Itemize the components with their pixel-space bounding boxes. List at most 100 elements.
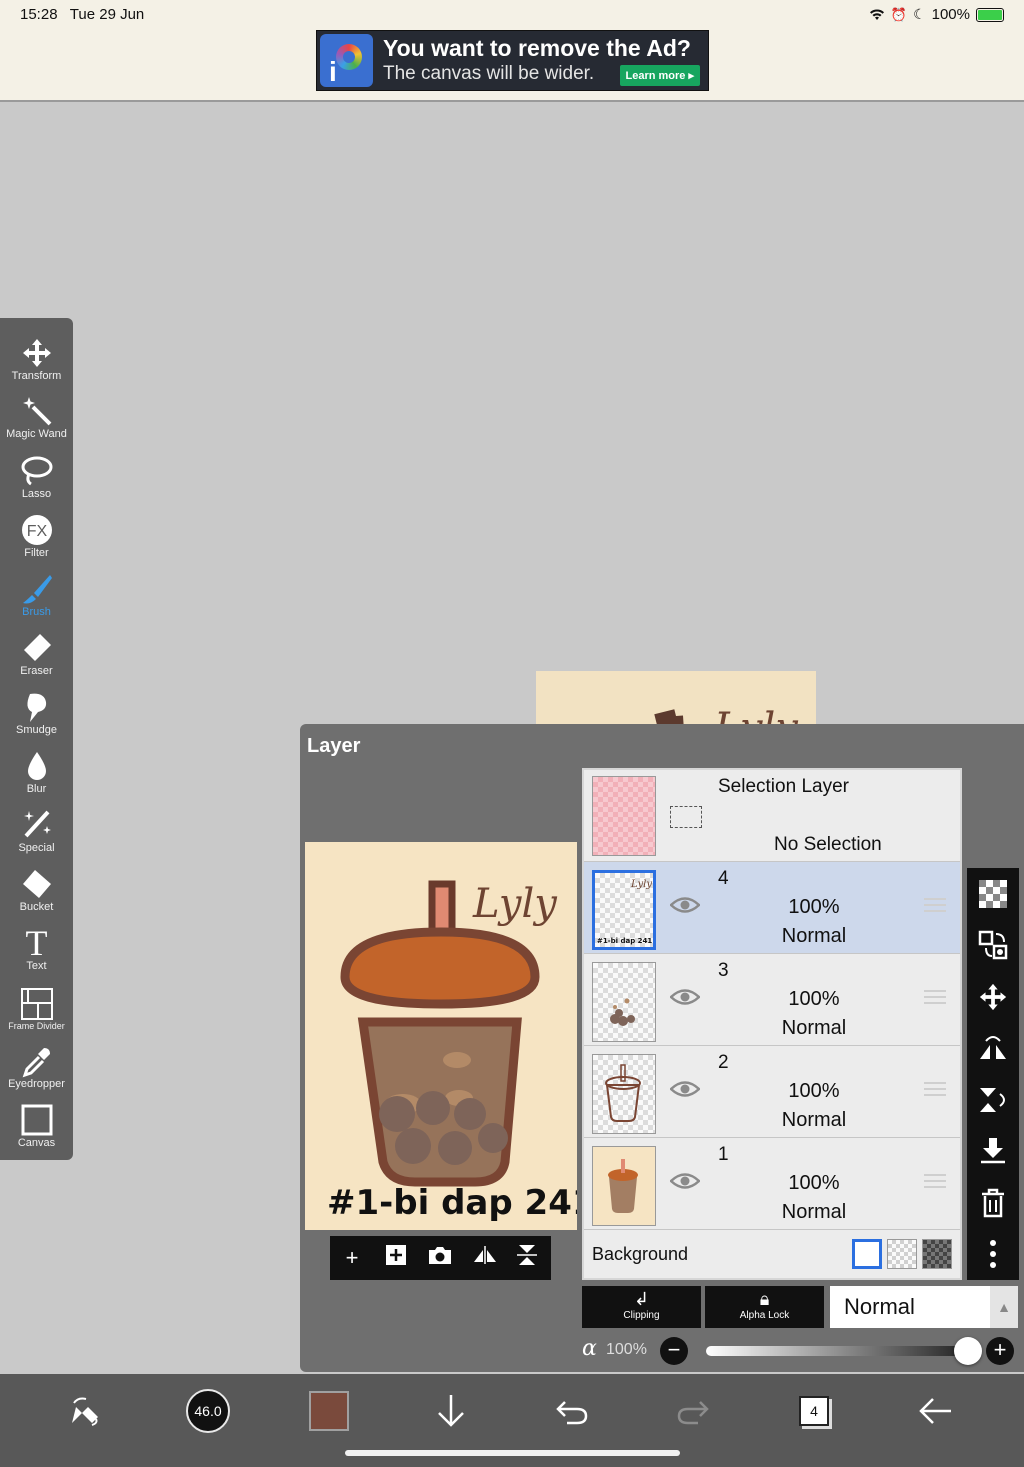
color-button-wrap <box>299 1386 359 1436</box>
sparkle-brush-icon <box>20 808 54 842</box>
tool-canvas[interactable]: Canvas <box>0 1093 73 1151</box>
layer-row-2[interactable]: 2 100% Normal <box>584 1046 960 1138</box>
more-options-icon[interactable] <box>975 1236 1011 1272</box>
artwork-caption: #1-bi dap 241 <box>327 1183 577 1223</box>
drag-handle-icon[interactable] <box>924 898 946 912</box>
tool-smudge[interactable]: Smudge <box>0 680 73 738</box>
alpha-symbol: α <box>582 1336 597 1361</box>
layer-blend-mode: Normal <box>781 1109 847 1131</box>
layers-list: Selection Layer No Selection Lyly #1-bi d… <box>582 768 962 1280</box>
drag-handle-icon[interactable] <box>924 1174 946 1188</box>
layer-preview: Lyly #1-bi dap 241 <box>305 842 577 1230</box>
camera-icon[interactable] <box>425 1244 455 1272</box>
tool-magic-wand[interactable]: Magic Wand <box>0 384 73 442</box>
flip-horizontal-icon[interactable] <box>470 1244 500 1272</box>
moon-icon: ☾ <box>913 6 926 22</box>
artwork-signature: Lyly <box>472 881 558 927</box>
layer-row-1[interactable]: 1 100% Normal <box>584 1138 960 1230</box>
background-transparent-swatch[interactable] <box>887 1239 917 1269</box>
clipping-button[interactable]: ↲ Clipping <box>582 1286 701 1328</box>
move-arrows-icon <box>20 336 54 370</box>
clipping-label: Clipping <box>623 1310 660 1321</box>
clipping-arrow-icon: ↲ <box>633 1289 650 1309</box>
opacity-increase-button[interactable]: + <box>986 1337 1014 1365</box>
layer-swap-icon[interactable] <box>975 927 1011 963</box>
drag-handle-icon[interactable] <box>924 1082 946 1096</box>
toolbox: Transform Magic Wand Lasso FX Filter Bru… <box>0 318 73 1160</box>
layer-blend-mode: Normal <box>781 925 847 947</box>
brush-size-button-wrap: 46.0 <box>178 1386 238 1436</box>
tool-label: Magic Wand <box>6 428 67 440</box>
chevron-up-icon[interactable]: ▲ <box>990 1286 1018 1328</box>
blend-mode-select[interactable]: Normal <box>830 1286 990 1328</box>
download-arrow-button[interactable] <box>421 1386 481 1436</box>
tool-brush[interactable]: Brush <box>0 562 73 620</box>
background-label: Background <box>592 1244 689 1264</box>
tool-bucket[interactable]: Bucket <box>0 857 73 915</box>
layer-row-3[interactable]: 3 100% Normal <box>584 954 960 1046</box>
quick-tool-switch-button[interactable] <box>56 1386 116 1436</box>
opacity-slider-row: α 100% − + <box>582 1336 1022 1366</box>
move-layer-icon[interactable] <box>975 979 1011 1015</box>
tool-eraser[interactable]: Eraser <box>0 621 73 679</box>
status-time: 15:28 Tue 29 Jun <box>20 6 144 23</box>
date: Tue 29 Jun <box>69 6 145 23</box>
tool-filter[interactable]: FX Filter <box>0 503 73 561</box>
layer-panel-title: Layer <box>307 735 361 757</box>
layer-side-tools <box>967 868 1019 1280</box>
tool-transform[interactable]: Transform <box>0 326 73 384</box>
tool-lasso[interactable]: Lasso <box>0 444 73 502</box>
layer-number: 3 <box>718 960 729 981</box>
thumb-signature: Lyly <box>630 879 652 890</box>
merge-down-icon[interactable] <box>975 1133 1011 1169</box>
flip-layer-horizontal-icon[interactable] <box>975 1030 1011 1066</box>
tool-label: Brush <box>22 606 51 618</box>
brush-size-button[interactable]: 46.0 <box>186 1389 230 1433</box>
opacity-value: 100% <box>606 1341 647 1358</box>
add-layer-icon[interactable]: + <box>337 1245 367 1271</box>
layer-number: 4 <box>718 868 729 889</box>
lock-icon: 🔒︎ <box>759 1289 770 1309</box>
background-white-swatch[interactable] <box>852 1239 882 1269</box>
layers-button[interactable]: 4 <box>784 1386 844 1436</box>
tool-blur[interactable]: Blur <box>0 739 73 797</box>
layer-blend-mode: Normal <box>781 1017 847 1039</box>
tool-special[interactable]: Special <box>0 798 73 856</box>
brush-icon <box>20 572 54 606</box>
magic-wand-icon <box>20 394 54 428</box>
background-dark-swatch[interactable] <box>922 1239 952 1269</box>
fx-icon: FX <box>20 513 54 547</box>
transparency-checker-icon[interactable] <box>975 876 1011 912</box>
tool-frame-divider[interactable]: Frame Divider <box>0 975 73 1033</box>
flip-vertical-icon[interactable] <box>514 1243 544 1273</box>
drag-handle-icon[interactable] <box>924 990 946 1004</box>
canvas-icon <box>20 1103 54 1137</box>
selection-status: No Selection <box>774 834 882 855</box>
layer-actions-bar: + <box>330 1236 551 1280</box>
opacity-decrease-button[interactable]: − <box>660 1337 688 1365</box>
delete-layer-icon[interactable] <box>975 1185 1011 1221</box>
tool-text[interactable]: T Text <box>0 916 73 974</box>
alpha-lock-button[interactable]: 🔒︎ Alpha Lock <box>705 1286 824 1328</box>
layer-row-4[interactable]: Lyly #1-bi dap 241 4 100% Normal <box>584 862 960 954</box>
layer-opacity: 100% <box>788 896 840 918</box>
flip-layer-vertical-icon[interactable] <box>975 1082 1011 1118</box>
drop-icon <box>20 749 54 783</box>
brush-color-swatch[interactable] <box>309 1391 349 1431</box>
tool-eyedropper[interactable]: Eyedropper <box>0 1034 73 1092</box>
undo-button[interactable] <box>542 1386 602 1436</box>
battery-percent: 100% <box>931 6 970 23</box>
learn-more-button[interactable]: Learn more ▸ <box>619 65 700 86</box>
opacity-slider-track[interactable] <box>706 1346 968 1356</box>
layer-count-badge: 4 <box>799 1396 829 1426</box>
opacity-slider-knob[interactable] <box>954 1337 982 1365</box>
add-special-layer-icon[interactable] <box>381 1244 411 1272</box>
selection-layer-row[interactable]: Selection Layer No Selection <box>584 770 960 862</box>
frame-divider-icon <box>20 987 54 1021</box>
brush-eraser-swap-icon <box>72 1397 98 1426</box>
layer-opacity: 100% <box>788 1172 840 1194</box>
back-button[interactable] <box>905 1386 965 1436</box>
redo-button[interactable] <box>663 1386 723 1436</box>
ad-title: You want to remove the Ad? <box>383 35 691 61</box>
ad-banner[interactable]: i You want to remove the Ad? The canvas … <box>316 30 709 91</box>
